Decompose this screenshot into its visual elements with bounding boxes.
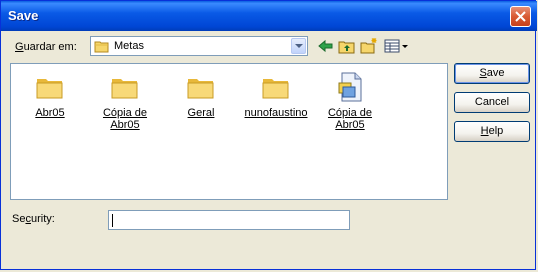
- file-name: Abr05: [35, 107, 65, 119]
- file-list[interactable]: Abr05 Cópia de Abr05 Geral nunofaustino: [10, 63, 448, 200]
- lookin-label: Guardar em:: [15, 41, 77, 53]
- view-menu-icon[interactable]: [384, 37, 410, 55]
- cancel-button[interactable]: Cancel: [454, 92, 530, 113]
- file-item[interactable]: nunofaustino: [241, 71, 311, 119]
- close-icon: [515, 11, 526, 22]
- chevron-down-icon: [295, 44, 303, 48]
- dropdown-arrow-button[interactable]: [291, 38, 306, 54]
- security-input[interactable]: [108, 210, 350, 230]
- security-label: Security:: [12, 213, 55, 225]
- save-dialog: Save Guardar em: Metas Abr05 Cópia de Ab…: [0, 0, 537, 270]
- lookin-value: Metas: [114, 40, 144, 52]
- up-folder-icon[interactable]: [338, 37, 356, 55]
- document-icon: [338, 72, 362, 102]
- file-item[interactable]: Cópia de Abr05: [90, 71, 160, 131]
- folder-icon: [36, 79, 63, 99]
- close-button[interactable]: [510, 6, 531, 27]
- folder-icon: [262, 79, 289, 99]
- folder-icon: [94, 41, 109, 53]
- text-caret: [112, 214, 113, 227]
- file-name: Geral: [187, 107, 215, 119]
- folder-icon: [111, 79, 138, 99]
- file-name: Cópia de Abr05: [102, 107, 148, 131]
- file-item[interactable]: Geral: [166, 71, 236, 119]
- file-name: Cópia de Abr05: [327, 107, 373, 131]
- file-name: nunofaustino: [244, 107, 308, 119]
- help-button[interactable]: Help: [454, 121, 530, 142]
- title-bar[interactable]: Save: [1, 1, 537, 31]
- folder-icon: [187, 79, 214, 99]
- lookin-dropdown[interactable]: Metas: [90, 36, 308, 56]
- file-item[interactable]: Abr05: [15, 71, 85, 119]
- file-item[interactable]: Cópia de Abr05: [315, 71, 385, 131]
- back-arrow-icon[interactable]: [317, 37, 335, 55]
- window-title: Save: [8, 8, 39, 23]
- new-folder-icon[interactable]: [360, 37, 378, 55]
- save-button[interactable]: Save: [454, 63, 530, 84]
